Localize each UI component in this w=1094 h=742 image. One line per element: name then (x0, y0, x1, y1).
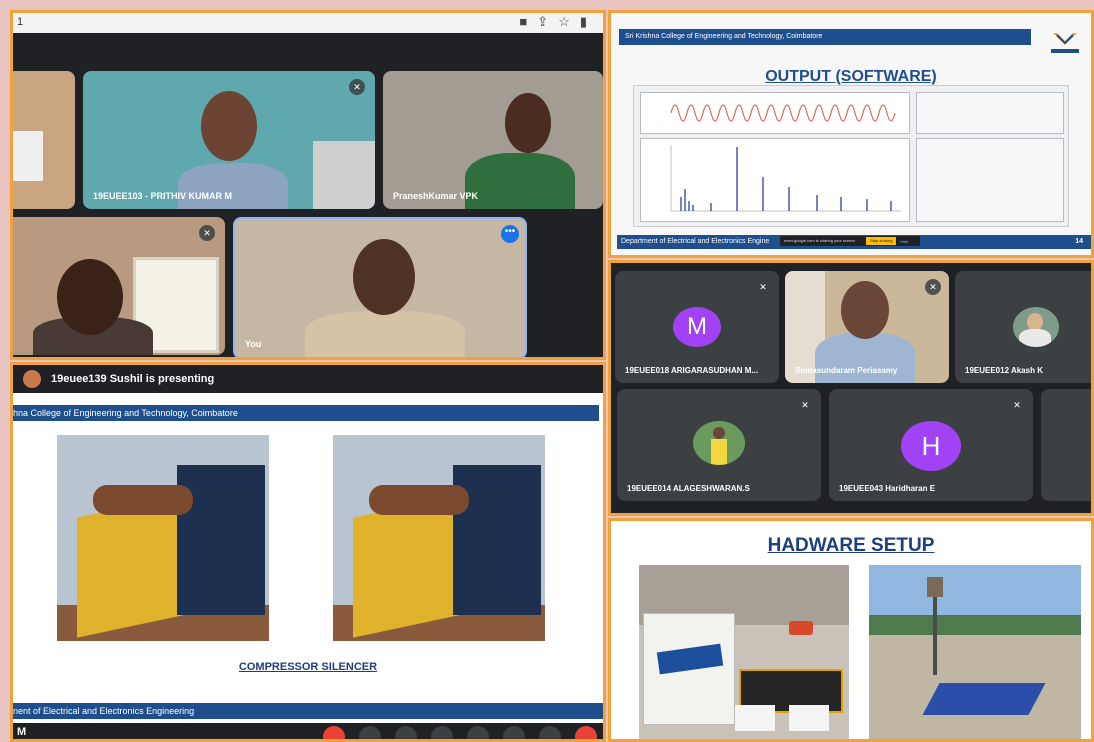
battery-inverter-photo (639, 565, 849, 739)
toolbar-icons: ■⇪☆▮ (519, 14, 597, 30)
mic-off-icon: ✕ (199, 225, 215, 241)
leave-call-button[interactable] (539, 726, 561, 739)
camera-button[interactable] (359, 726, 381, 739)
video-tile-arigarasudhan[interactable]: M ✕ 19EUEE018 ARIGARASUDHAN M... (615, 271, 779, 383)
tab-label[interactable]: 1 (17, 16, 23, 28)
participant-name: 19EUEE043 Haridharan E (839, 484, 936, 493)
participant-figure (465, 153, 575, 209)
video-tile-somasundaram[interactable]: ✕ Somasundaram Periasamy (785, 271, 949, 383)
video-tile-haridharan[interactable]: H ✕ 19EUEE043 Haridharan E (829, 389, 1033, 501)
participant-name: 19EUEE103 - PRITHIV KUMAR M (93, 191, 233, 201)
stop-sharing-button[interactable]: Stop sharing (866, 237, 897, 245)
software-output-screenshot (633, 85, 1069, 227)
video-tile-alageshwaran[interactable]: ✕ 19EUEE014 ALAGESHWARAN.S (617, 389, 821, 501)
compressor-photo-right (333, 435, 545, 641)
video-tile-pranesh[interactable]: PraneshKumar VPK (383, 71, 603, 209)
presenting-text: 19euee139 Sushil is presenting (51, 373, 215, 385)
page-number: 14 (1075, 238, 1083, 245)
meet-grid-right: M ✕ 19EUEE018 ARIGARASUDHAN M... ✕ Somas… (608, 260, 1094, 516)
participant-name: Somasundaram Periasamy (795, 366, 898, 375)
slide-header: hna College of Engineering and Technolog… (13, 405, 599, 421)
participant-name: You (245, 339, 262, 349)
mic-off-icon: ✕ (797, 397, 813, 413)
end-call-button[interactable] (575, 726, 597, 739)
video-tile-window[interactable]: ✕ (13, 217, 225, 355)
participant-figure (178, 163, 288, 209)
camera-icon[interactable]: ■ (519, 14, 537, 29)
raise-hand-button[interactable] (431, 726, 453, 739)
presenting-banner: 19euee139 Sushil is presenting (13, 365, 603, 393)
mic-off-icon: ✕ (755, 279, 771, 295)
captions-button[interactable] (395, 726, 417, 739)
mic-off-icon: ✕ (349, 79, 365, 95)
parameters-panel (916, 92, 1064, 134)
participant-name: 19EUEE018 ARIGARASUDHAN M... (625, 366, 759, 375)
slide-title: OUTPUT (SOFTWARE) (765, 68, 937, 85)
avatar: H (901, 421, 961, 471)
participant-head (353, 239, 415, 315)
video-tile-prithiv[interactable]: ✕ 19EUEE103 - PRITHIV KUMAR M (83, 71, 375, 209)
bookmark-star-icon[interactable]: ☆ (558, 14, 580, 29)
avatar: M (673, 307, 721, 347)
meeting-code-text: M (17, 726, 27, 738)
participant-figure (815, 333, 915, 383)
present-button[interactable] (467, 726, 489, 739)
meet-grid-top-left: 1 ■⇪☆▮ ✕ 19EUEE103 - PRITHIV KUMAR M Pra… (10, 10, 606, 360)
slide-footer: nent of Electrical and Electronics Engin… (13, 703, 603, 719)
presenter-avatar (23, 370, 41, 388)
participant-head (57, 259, 123, 335)
fft-plot (640, 138, 910, 222)
meet-controls-bar: M (13, 723, 603, 739)
mic-button[interactable] (323, 726, 345, 739)
participant-head (841, 281, 889, 339)
hide-button[interactable]: Hide (900, 237, 908, 247)
share-banner-text: meet.google.com is sharing your screen (784, 238, 855, 243)
slide-output-software: Sri Krishna College of Engineering and T… (608, 10, 1094, 258)
participant-name: 19EUEE014 ALAGESHWARAN.S (627, 484, 750, 493)
more-options-button[interactable] (503, 726, 525, 739)
participant-name: PraneshKumar VPK (393, 191, 479, 201)
slide-caption: COMPRESSOR SILENCER (238, 661, 378, 673)
mic-off-icon: ✕ (925, 279, 941, 295)
video-tile-akash[interactable]: 19EUEE012 Akash K (955, 271, 1091, 383)
avatar-photo (693, 421, 745, 465)
footer-text: Department of Electrical and Electronics… (621, 238, 770, 245)
waveform-plot (640, 92, 910, 134)
video-tile-you[interactable]: ••• You (233, 217, 527, 357)
screen-share-banner: meet.google.com is sharing your screen S… (780, 236, 920, 246)
compressor-photo-left (57, 435, 269, 641)
fft-settings-panel (916, 138, 1064, 222)
slide-title: HADWARE SETUP (767, 535, 935, 556)
slide-compressor-silencer: 19euee139 Sushil is presenting hna Colle… (10, 362, 606, 742)
browser-toolbar: 1 ■⇪☆▮ (13, 13, 603, 33)
solar-panel-photo (869, 565, 1081, 739)
participant-head (505, 93, 551, 153)
college-logo (1047, 29, 1083, 59)
video-tile-partial-right[interactable] (1041, 389, 1091, 501)
participant-figure (305, 311, 465, 357)
video-tile-partial[interactable] (13, 71, 75, 209)
participant-head (201, 91, 257, 161)
sidebar-icon[interactable]: ▮ (580, 14, 597, 29)
participant-name: 19EUEE012 Akash K (965, 366, 1043, 375)
slide-hardware-setup: HADWARE SETUP (608, 518, 1094, 742)
share-icon[interactable]: ⇪ (537, 14, 558, 29)
slide-header: Sri Krishna College of Engineering and T… (619, 29, 1031, 45)
mic-off-icon: ✕ (1009, 397, 1025, 413)
more-options-icon[interactable]: ••• (501, 225, 519, 243)
avatar-photo (1013, 307, 1059, 347)
